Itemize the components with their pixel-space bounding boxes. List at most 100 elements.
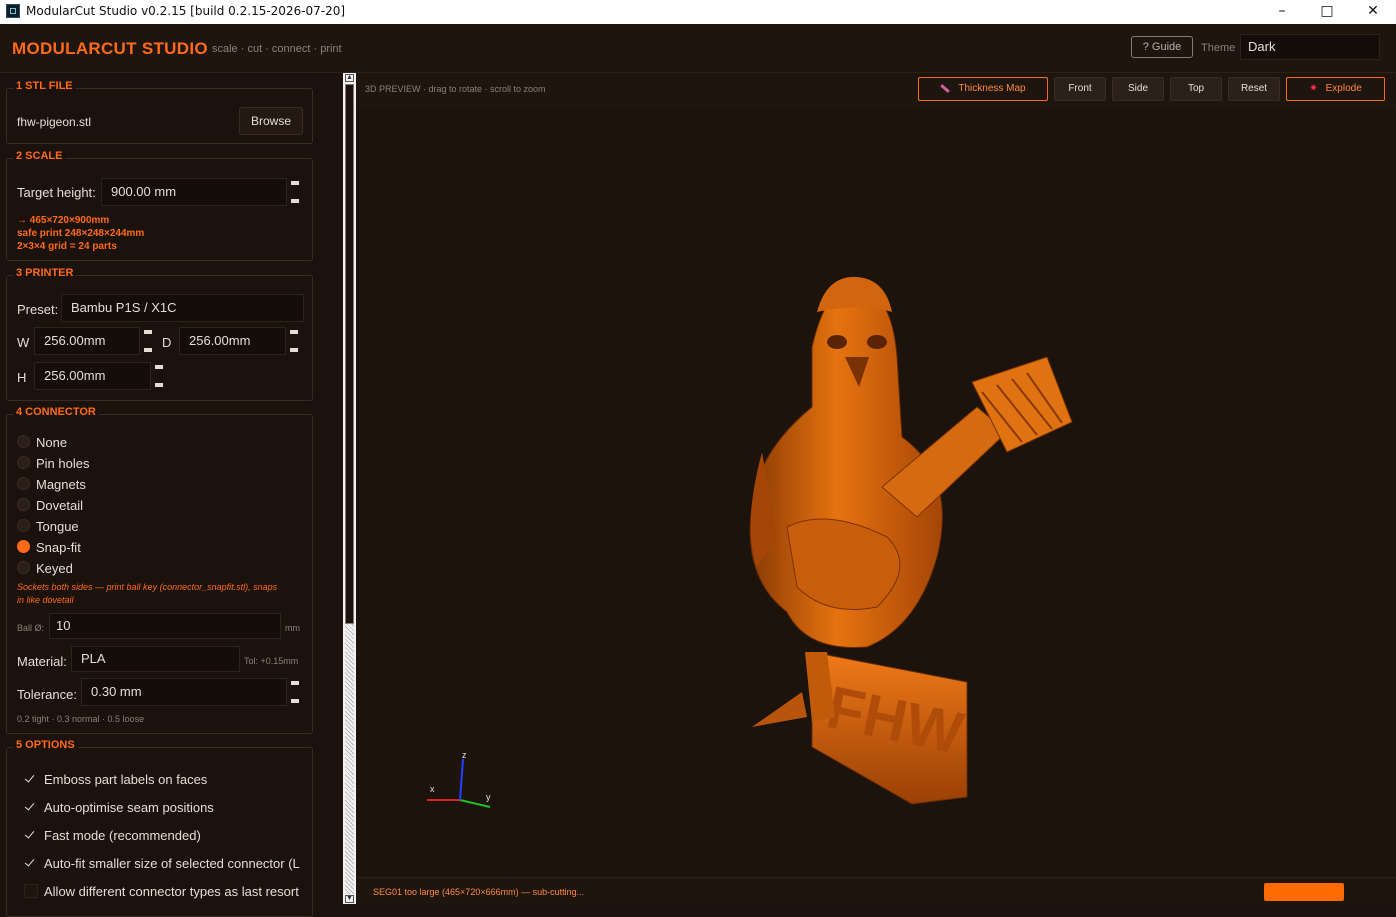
scale-safe-print: safe print 248×248×244mm — [17, 228, 145, 239]
connector-label-snap-fit: Snap-fit — [36, 540, 81, 555]
minimize-button[interactable]: – — [1259, 0, 1305, 24]
scale-title: 2 SCALE — [13, 150, 66, 162]
connector-radio-snap-fit[interactable] — [17, 540, 30, 553]
explode-button[interactable]: ✷ Explode — [1286, 77, 1385, 101]
settings-scrollbar[interactable]: ▲ ▼ — [343, 73, 356, 904]
close-button[interactable]: ✕ — [1350, 0, 1396, 24]
target-height-stepper[interactable] — [287, 178, 303, 206]
scale-grid: 2×3×4 grid = 24 parts — [17, 241, 117, 252]
tolerance-input[interactable]: 0.30 mm — [81, 678, 287, 706]
connector-title: 4 CONNECTOR — [13, 406, 99, 418]
preview-hint: 3D PREVIEW · drag to rotate · scroll to … — [365, 84, 546, 94]
scroll-down-arrow-icon[interactable]: ▼ — [345, 895, 354, 903]
maximize-button[interactable]: □ — [1304, 0, 1350, 24]
window-title: ModularCut Studio v0.2.15 [build 0.2.15-… — [26, 4, 346, 18]
connector-radio-pin-holes[interactable] — [17, 456, 30, 469]
fast-mode-checkbox[interactable] — [24, 829, 36, 841]
preview-panel: 3D PREVIEW · drag to rotate · scroll to … — [357, 73, 1396, 905]
scroll-thumb[interactable] — [345, 84, 354, 624]
connector-section: 4 CONNECTOR None Pin holes Magnets Dovet… — [6, 406, 313, 734]
model-render: FHW x y z — [427, 276, 1073, 808]
connector-radio-keyed[interactable] — [17, 561, 30, 574]
ball-diameter-unit: mm — [285, 623, 300, 633]
printer-section: 3 PRINTER Preset: Bambu P1S / X1C W 256.… — [6, 267, 313, 401]
status-bar: SEG01 too large (465×720×666mm) — sub-cu… — [357, 877, 1396, 905]
tolerance-hint: 0.2 tight · 0.3 normal · 0.5 loose — [17, 714, 145, 724]
fast-mode-label: Fast mode (recommended) — [44, 828, 201, 843]
scale-dimensions: → 465×720×900mm — [17, 215, 110, 226]
connector-label-pin-holes: Pin holes — [36, 456, 90, 471]
material-tolerance-hint: Tol: +0.15mm — [244, 656, 299, 666]
optimise-seams-checkbox[interactable] — [24, 801, 36, 813]
connector-label-magnets: Magnets — [36, 477, 86, 492]
scroll-up-arrow-icon[interactable]: ▲ — [345, 74, 354, 82]
theme-select[interactable]: Dark — [1240, 34, 1380, 60]
stl-filename: fhw-pigeon.stl — [17, 115, 92, 129]
auto-fit-label: Auto-fit smaller size of selected connec… — [44, 856, 300, 871]
theme-label: Theme — [1201, 42, 1236, 54]
connector-label-keyed: Keyed — [36, 561, 73, 576]
stl-file-section: 1 STL FILE fhw-pigeon.stl Browse — [6, 80, 313, 144]
stl-file-title: 1 STL FILE — [13, 80, 76, 92]
brand-logo: MODULARCUT STUDIO — [12, 39, 208, 58]
axis-z-label: z — [462, 750, 467, 760]
preset-label: Preset: — [17, 302, 59, 317]
app-icon — [6, 4, 20, 18]
depth-input[interactable]: 256.00mm — [179, 327, 286, 355]
side-view-button[interactable]: Side — [1112, 77, 1164, 101]
thickness-map-button[interactable]: Thickness Map — [918, 77, 1048, 101]
settings-panel: 1 STL FILE fhw-pigeon.stl Browse 2 SCALE… — [0, 73, 342, 917]
height-label: H — [17, 370, 27, 385]
window-titlebar: ModularCut Studio v0.2.15 [build 0.2.15-… — [0, 0, 1396, 24]
connector-description-line1: Sockets both sides — print ball key (con… — [17, 582, 278, 592]
connector-label-tongue: Tongue — [36, 519, 79, 534]
allow-different-connectors-label: Allow different connector types as last … — [44, 884, 299, 899]
connector-radio-none[interactable] — [17, 435, 30, 448]
depth-label: D — [162, 335, 172, 350]
width-stepper[interactable] — [140, 327, 156, 355]
emboss-labels-checkbox[interactable] — [24, 773, 36, 785]
top-view-button[interactable]: Top — [1170, 77, 1222, 101]
3d-viewport[interactable]: FHW x y z — [357, 107, 1396, 877]
axis-y-label: y — [486, 792, 491, 802]
preset-select[interactable]: Bambu P1S / X1C — [61, 294, 304, 322]
material-label: Material: — [17, 654, 67, 669]
depth-stepper[interactable] — [286, 327, 302, 355]
auto-fit-checkbox[interactable] — [24, 857, 36, 869]
connector-radio-dovetail[interactable] — [17, 498, 30, 511]
connector-description-line2: in like dovetail — [17, 595, 74, 605]
tolerance-label: Tolerance: — [17, 687, 77, 702]
emboss-labels-label: Emboss part labels on faces — [44, 772, 208, 787]
connector-radio-magnets[interactable] — [17, 477, 30, 490]
allow-different-connectors-checkbox[interactable] — [24, 884, 38, 898]
reset-view-button[interactable]: Reset — [1228, 77, 1280, 101]
optimise-seams-label: Auto-optimise seam positions — [44, 800, 214, 815]
height-stepper[interactable] — [151, 362, 167, 390]
width-input[interactable]: 256.00mm — [34, 327, 140, 355]
tagline: scale · cut · connect · print — [212, 43, 342, 55]
tolerance-stepper[interactable] — [287, 678, 303, 706]
height-input[interactable]: 256.00mm — [34, 362, 151, 390]
options-section: 5 OPTIONS Emboss part labels on faces Au… — [6, 739, 313, 917]
target-height-label: Target height: — [17, 185, 96, 200]
scroll-track[interactable] — [345, 624, 354, 894]
connector-label-none: None — [36, 435, 68, 450]
browse-button[interactable]: Browse — [239, 107, 303, 135]
burst-icon: ✷ — [1309, 83, 1318, 94]
target-height-input[interactable]: 900.00 mm — [101, 178, 287, 206]
axis-x-label: x — [430, 784, 435, 794]
progress-bar — [1264, 883, 1344, 901]
front-view-button[interactable]: Front — [1054, 77, 1106, 101]
connector-radio-tongue[interactable] — [17, 519, 30, 532]
brush-icon — [940, 83, 951, 93]
ball-diameter-input[interactable]: 10 — [49, 613, 281, 639]
pigeon-model: FHW — [749, 276, 1073, 805]
scale-section: 2 SCALE Target height: 900.00 mm → 465×7… — [6, 150, 313, 261]
status-message: SEG01 too large (465×720×666mm) — sub-cu… — [373, 887, 585, 897]
preview-toolbar: 3D PREVIEW · drag to rotate · scroll to … — [357, 73, 1396, 107]
material-select[interactable]: PLA — [71, 646, 240, 672]
options-title: 5 OPTIONS — [13, 739, 78, 751]
guide-button[interactable]: ? Guide — [1131, 36, 1193, 58]
ball-diameter-label: Ball Ø: — [17, 623, 45, 633]
printer-title: 3 PRINTER — [13, 267, 77, 279]
